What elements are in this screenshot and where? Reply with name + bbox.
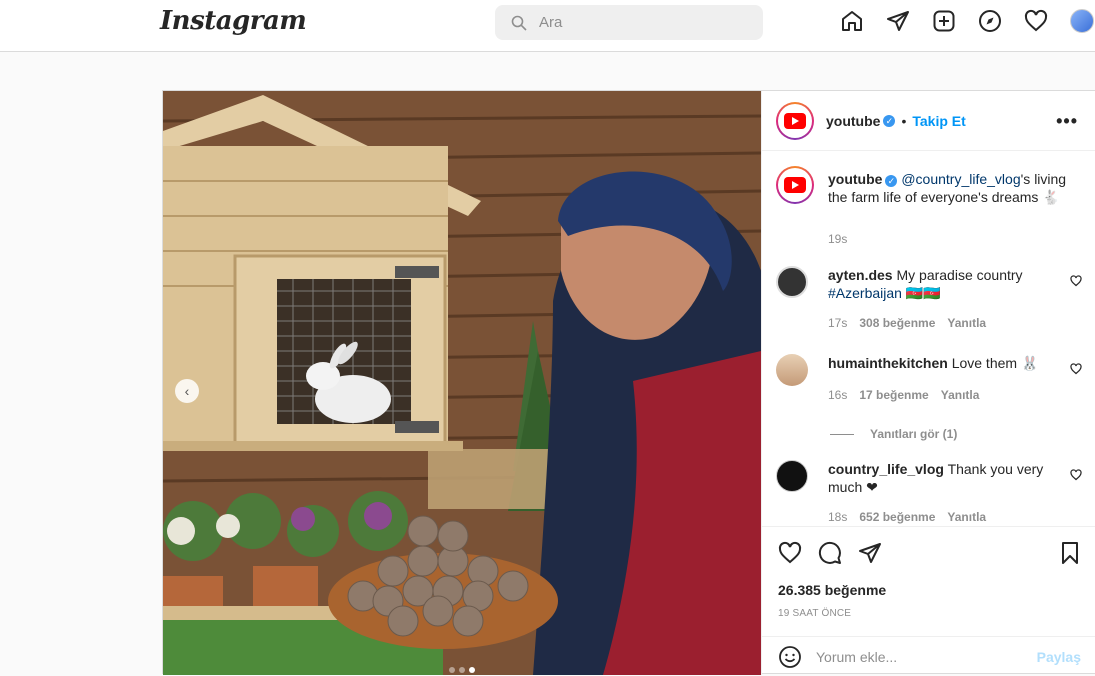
caption-text: youtube ✓ @country_life_vlog's living the… [828, 170, 1068, 206]
youtube-logo-icon [784, 177, 806, 193]
home-icon[interactable] [840, 9, 864, 33]
verified-badge-icon: ✓ [883, 114, 896, 127]
like-heart-icon[interactable] [778, 541, 802, 565]
comment-text: country_life_vlog Thank you very much ❤ [828, 460, 1068, 496]
direct-message-icon[interactable] [886, 9, 910, 33]
comment-body: Love them [951, 355, 1018, 371]
author-avatar[interactable] [776, 101, 814, 140]
caption-emoji: 🐇 [1042, 189, 1060, 205]
explore-icon[interactable] [978, 9, 1002, 33]
commenter-avatar[interactable] [776, 266, 808, 298]
commenter-username[interactable]: country_life_vlog [828, 461, 944, 477]
youtube-logo-icon [784, 112, 806, 129]
follow-button[interactable]: Takip Et [912, 113, 965, 129]
comment-emoji: 🇦🇿🇦🇿 [905, 285, 941, 301]
view-replies-label: Yanıtları gör (1) [870, 427, 958, 441]
comment-time: 18s [828, 510, 848, 524]
caption-time: 19s [828, 232, 848, 246]
activity-heart-icon[interactable] [1024, 9, 1048, 33]
commenter-username[interactable]: humainthekitchen [828, 355, 948, 371]
like-comment-heart-icon[interactable] [1070, 469, 1082, 481]
new-post-icon[interactable] [932, 9, 956, 33]
author-username[interactable]: youtube [826, 113, 880, 129]
reply-button[interactable]: Yanıtla [947, 510, 986, 524]
comment-text: ayten.des My paradise country #Azerbaija… [828, 266, 1068, 302]
post-photo[interactable]: ‹ [163, 91, 761, 675]
reply-button[interactable]: Yanıtla [941, 388, 980, 402]
comments-list[interactable]: youtube ✓ @country_life_vlog's living the… [762, 152, 1095, 526]
add-comment-bar: Paylaş [762, 636, 1095, 676]
comment-emoji: ❤ [866, 479, 878, 495]
comment-likes[interactable]: 17 beğenme [859, 388, 928, 402]
emoji-icon[interactable] [778, 645, 802, 669]
view-replies-button[interactable]: Yanıtları gör (1) [830, 427, 957, 441]
post-header: youtube ✓ • Takip Et ••• [762, 91, 1095, 151]
search-icon [511, 15, 527, 31]
replies-divider [830, 433, 854, 435]
comment-time: 16s [828, 388, 848, 402]
post-modal: ‹ youtube ✓ • Takip Et ••• youtube ✓ @co… [162, 90, 1095, 675]
mention-link[interactable]: @country_life_vlog [901, 171, 1020, 187]
comment-meta: 18s 652 beğenme Yanıtla [828, 510, 986, 524]
caption-avatar[interactable] [776, 166, 814, 204]
reply-button[interactable]: Yanıtla [947, 316, 986, 330]
comment-likes[interactable]: 652 beğenme [859, 510, 935, 524]
comment-time: 17s [828, 316, 848, 330]
caption-meta: 19s [828, 232, 847, 246]
comment-text: humainthekitchen Love them 🐰 [828, 354, 1068, 372]
comment-body: My paradise country [896, 267, 1023, 283]
instagram-logo[interactable]: Instagram [160, 6, 307, 36]
previous-photo-button[interactable]: ‹ [175, 379, 199, 403]
carousel-dot-active [469, 667, 475, 673]
farm-photo-illustration [163, 91, 761, 675]
caption-username[interactable]: youtube [828, 171, 882, 187]
share-plane-icon[interactable] [858, 541, 882, 565]
bookmark-icon[interactable] [1058, 541, 1082, 565]
commenter-username[interactable]: ayten.des [828, 267, 893, 283]
comment-meta: 16s 17 beğenme Yanıtla [828, 388, 979, 402]
post-timestamp: 19 SAAT ÖNCE [778, 608, 852, 619]
hashtag-link[interactable]: #Azerbaijan [828, 285, 902, 301]
more-options-icon[interactable]: ••• [1056, 111, 1078, 132]
post-comment-button[interactable]: Paylaş [1037, 649, 1081, 665]
post-actions [762, 526, 1095, 586]
like-comment-heart-icon[interactable] [1070, 363, 1082, 375]
comment-likes[interactable]: 308 beğenme [859, 316, 935, 330]
carousel-indicator [449, 667, 475, 673]
comment-input[interactable] [816, 648, 1026, 665]
top-navigation: Instagram [0, 0, 1095, 52]
search-input[interactable] [539, 14, 739, 31]
comment-meta: 17s 308 beğenme Yanıtla [828, 316, 986, 330]
verified-badge-icon: ✓ [885, 175, 898, 187]
like-comment-heart-icon[interactable] [1070, 275, 1082, 287]
comment-bubble-icon[interactable] [818, 541, 842, 565]
commenter-avatar[interactable] [776, 460, 808, 492]
commenter-avatar[interactable] [776, 354, 808, 386]
search-bar[interactable] [495, 5, 763, 40]
carousel-dot [459, 667, 465, 673]
post-sidebar: youtube ✓ • Takip Et ••• youtube ✓ @count… [761, 91, 1095, 675]
profile-avatar[interactable] [1070, 9, 1094, 33]
carousel-dot [449, 667, 455, 673]
comment-emoji: 🐰 [1020, 355, 1039, 371]
separator-dot: • [901, 112, 907, 129]
likes-count[interactable]: 26.385 beğenme [778, 582, 886, 598]
